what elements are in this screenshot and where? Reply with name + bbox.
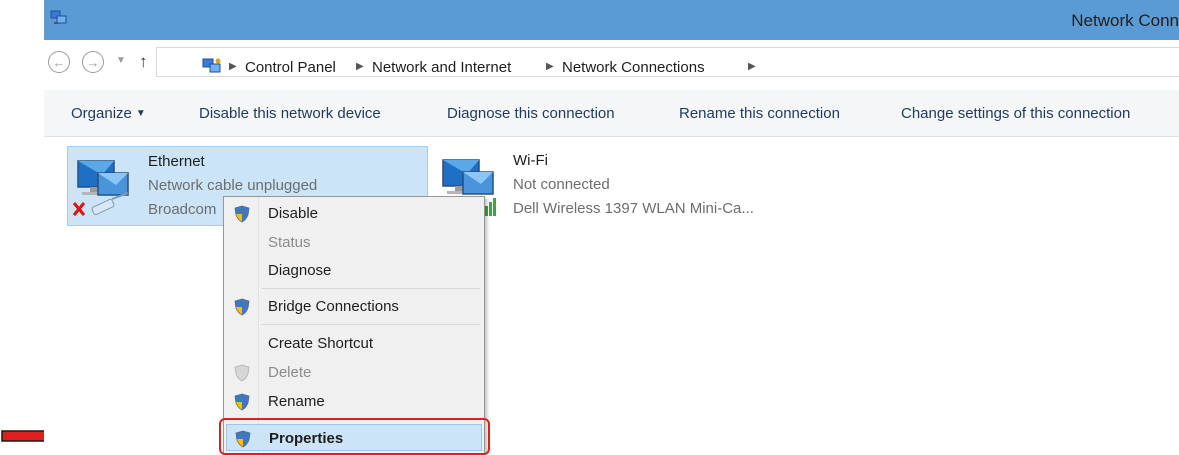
breadcrumb-separator-icon: ▶	[748, 61, 756, 72]
rename-connection-button[interactable]: Rename this connection	[679, 105, 840, 122]
annotation-highlight-box	[219, 418, 490, 455]
address-box[interactable]: ▶ Control Panel ▶ Network and Internet ▶…	[156, 47, 1179, 77]
connection-name: Ethernet	[148, 153, 205, 170]
uac-shield-icon	[234, 205, 250, 223]
connection-status: Network cable unplugged	[148, 177, 318, 194]
address-bar: ← → ▼ ↑ ▶ Control Panel ▶ Network and In…	[44, 43, 1179, 81]
menu-item-label: Bridge Connections	[268, 298, 399, 315]
forward-arrow-icon: →	[86, 54, 100, 70]
menu-item-status[interactable]: Status	[226, 229, 482, 256]
menu-item-disable[interactable]: Disable	[226, 200, 482, 227]
breadcrumb-separator-icon: ▶	[229, 61, 237, 72]
connection-device: Dell Wireless 1397 WLAN Mini-Ca...	[513, 200, 754, 217]
connection-item-wifi[interactable]: Wi-Fi Not connected Dell Wireless 1397 W…	[433, 146, 853, 226]
disable-device-button[interactable]: Disable this network device	[199, 105, 381, 122]
organize-label: Organize	[71, 105, 132, 122]
menu-separator	[262, 288, 480, 289]
back-arrow-icon: ←	[52, 54, 66, 70]
forward-button[interactable]: →	[82, 51, 104, 73]
uac-shield-icon	[234, 364, 250, 382]
menu-item-delete[interactable]: Delete	[226, 359, 482, 386]
breadcrumb-control-panel[interactable]: Control Panel	[245, 59, 336, 76]
menu-separator	[262, 324, 480, 325]
menu-item-rename[interactable]: Rename	[226, 388, 482, 415]
uac-shield-icon	[234, 393, 250, 411]
organize-menu-button[interactable]: Organize ▼	[71, 105, 146, 122]
recent-locations-chevron-icon[interactable]: ▼	[116, 55, 126, 66]
uac-shield-icon	[234, 298, 250, 316]
menu-item-label: Rename	[268, 393, 325, 410]
control-panel-icon	[202, 58, 221, 73]
breadcrumb-separator-icon: ▶	[546, 61, 554, 72]
connection-status: Not connected	[513, 176, 610, 193]
up-arrow-icon[interactable]: ↑	[139, 52, 148, 72]
menu-item-label: Disable	[268, 205, 319, 222]
breadcrumb-network-and-internet[interactable]: Network and Internet	[372, 59, 511, 76]
network-connections-icon	[50, 10, 67, 24]
breadcrumb-separator-icon: ▶	[356, 61, 364, 72]
network-connections-window: Network Conn ← → ▼ ↑ ▶ Control Panel ▶ N…	[44, 0, 1179, 455]
context-menu: Disable Status Diagnose Bridge Connectio…	[223, 196, 485, 455]
menu-item-label: Status	[268, 234, 311, 251]
menu-item-label: Delete	[268, 364, 312, 381]
menu-item-label: Diagnose	[268, 262, 332, 279]
menu-item-create-shortcut[interactable]: Create Shortcut	[226, 330, 482, 357]
connection-device: Broadcom	[148, 201, 217, 218]
connection-name: Wi-Fi	[513, 152, 548, 169]
ethernet-disconnected-icon	[72, 160, 129, 216]
caret-down-icon: ▼	[135, 108, 146, 119]
command-bar: Organize ▼ Disable this network device Di…	[44, 90, 1179, 137]
menu-item-label: Create Shortcut	[268, 335, 374, 352]
diagnose-connection-button[interactable]: Diagnose this connection	[447, 105, 615, 122]
back-button[interactable]: ←	[48, 51, 70, 73]
change-settings-button[interactable]: Change settings of this connection	[901, 105, 1130, 122]
menu-item-bridge-connections[interactable]: Bridge Connections	[226, 293, 482, 320]
breadcrumb-network-connections[interactable]: Network Connections	[562, 59, 705, 76]
window-title: Network Conn	[1071, 11, 1179, 30]
title-bar: Network Conn	[44, 0, 1179, 40]
menu-item-diagnose[interactable]: Diagnose	[226, 257, 482, 284]
